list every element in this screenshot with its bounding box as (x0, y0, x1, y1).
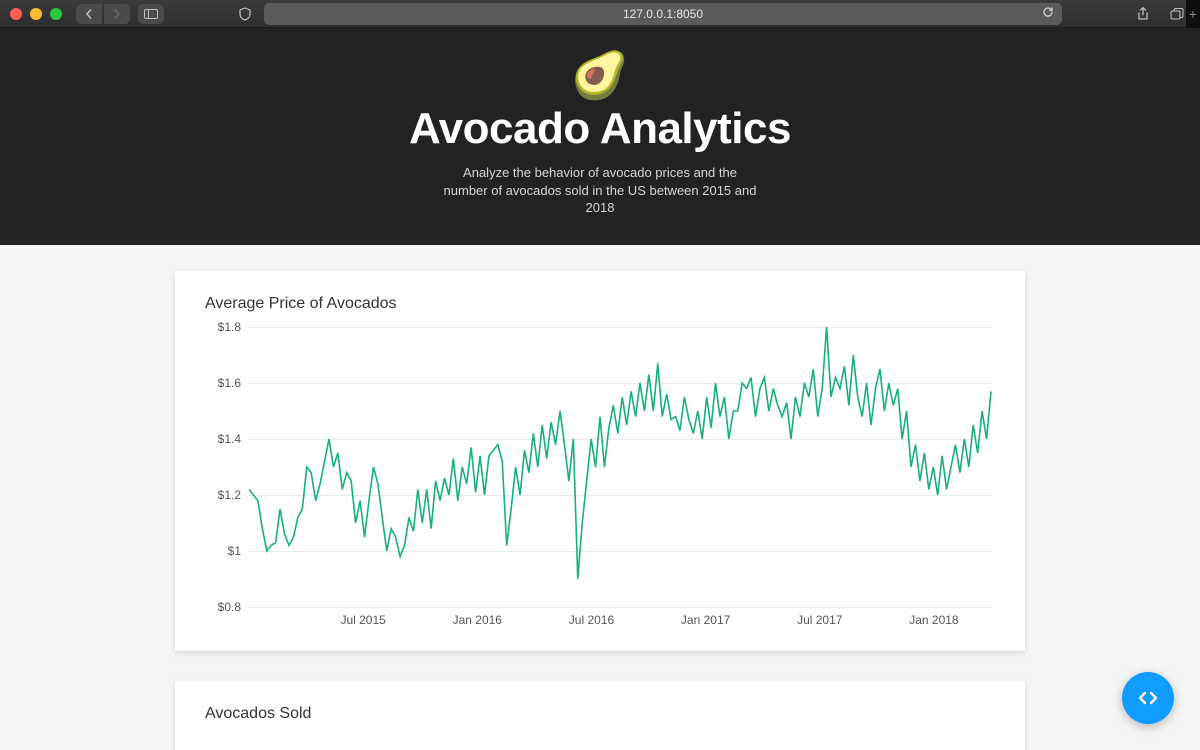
nav-buttons (76, 4, 130, 24)
y-axis-tick: $1.2 (201, 488, 241, 502)
close-window-icon[interactable] (10, 8, 22, 20)
back-button[interactable] (76, 4, 102, 24)
minimize-window-icon[interactable] (30, 8, 42, 20)
x-axis-tick: Jan 2018 (909, 613, 958, 627)
shield-icon[interactable] (232, 4, 258, 24)
y-axis-tick: $1.4 (201, 432, 241, 446)
y-axis-tick: $1.6 (201, 376, 241, 390)
page-subtitle: Analyze the behavior of avocado prices a… (440, 164, 760, 217)
sidebar-toggle-button[interactable] (138, 4, 164, 24)
hero-banner: 🥑 Avocado Analytics Analyze the behavior… (0, 28, 1200, 245)
x-axis-tick: Jul 2017 (797, 613, 842, 627)
gridline (249, 607, 991, 608)
price-chart[interactable]: $0.8$1$1.2$1.4$1.6$1.8 Jul 2015Jan 2016J… (205, 327, 995, 631)
browser-toolbar: 127.0.0.1:8050 (0, 0, 1200, 28)
page-viewport[interactable]: 🥑 Avocado Analytics Analyze the behavior… (0, 28, 1200, 750)
x-axis-tick: Jan 2016 (453, 613, 502, 627)
new-tab-button[interactable]: + (1186, 0, 1200, 28)
sold-chart-title: Avocados Sold (205, 705, 995, 723)
y-axis-tick: $0.8 (201, 600, 241, 614)
x-axis-tick: Jul 2015 (340, 613, 385, 627)
price-line (249, 327, 991, 607)
address-bar[interactable]: 127.0.0.1:8050 (264, 3, 1062, 25)
zoom-window-icon[interactable] (50, 8, 62, 20)
devtools-fab[interactable] (1122, 672, 1174, 724)
price-chart-card: Average Price of Avocados $0.8 $1 $1.2 $1.4… (175, 271, 1025, 651)
sold-chart-card: Avocados Sold (175, 681, 1025, 750)
url-text: 127.0.0.1:8050 (623, 7, 703, 21)
code-icon (1137, 687, 1159, 709)
share-button[interactable] (1130, 4, 1156, 24)
x-axis-tick: Jan 2017 (681, 613, 730, 627)
y-axis-tick: $1.8 (201, 320, 241, 334)
page-title: Avocado Analytics (0, 104, 1200, 154)
y-axis-tick: $1 (201, 544, 241, 558)
reload-icon[interactable] (1042, 6, 1054, 21)
price-chart-title: Average Price of Avocados (205, 295, 995, 313)
avocado-icon: 🥑 (0, 52, 1200, 98)
forward-button[interactable] (104, 4, 130, 24)
window-controls (10, 8, 62, 20)
x-axis-tick: Jul 2016 (569, 613, 614, 627)
